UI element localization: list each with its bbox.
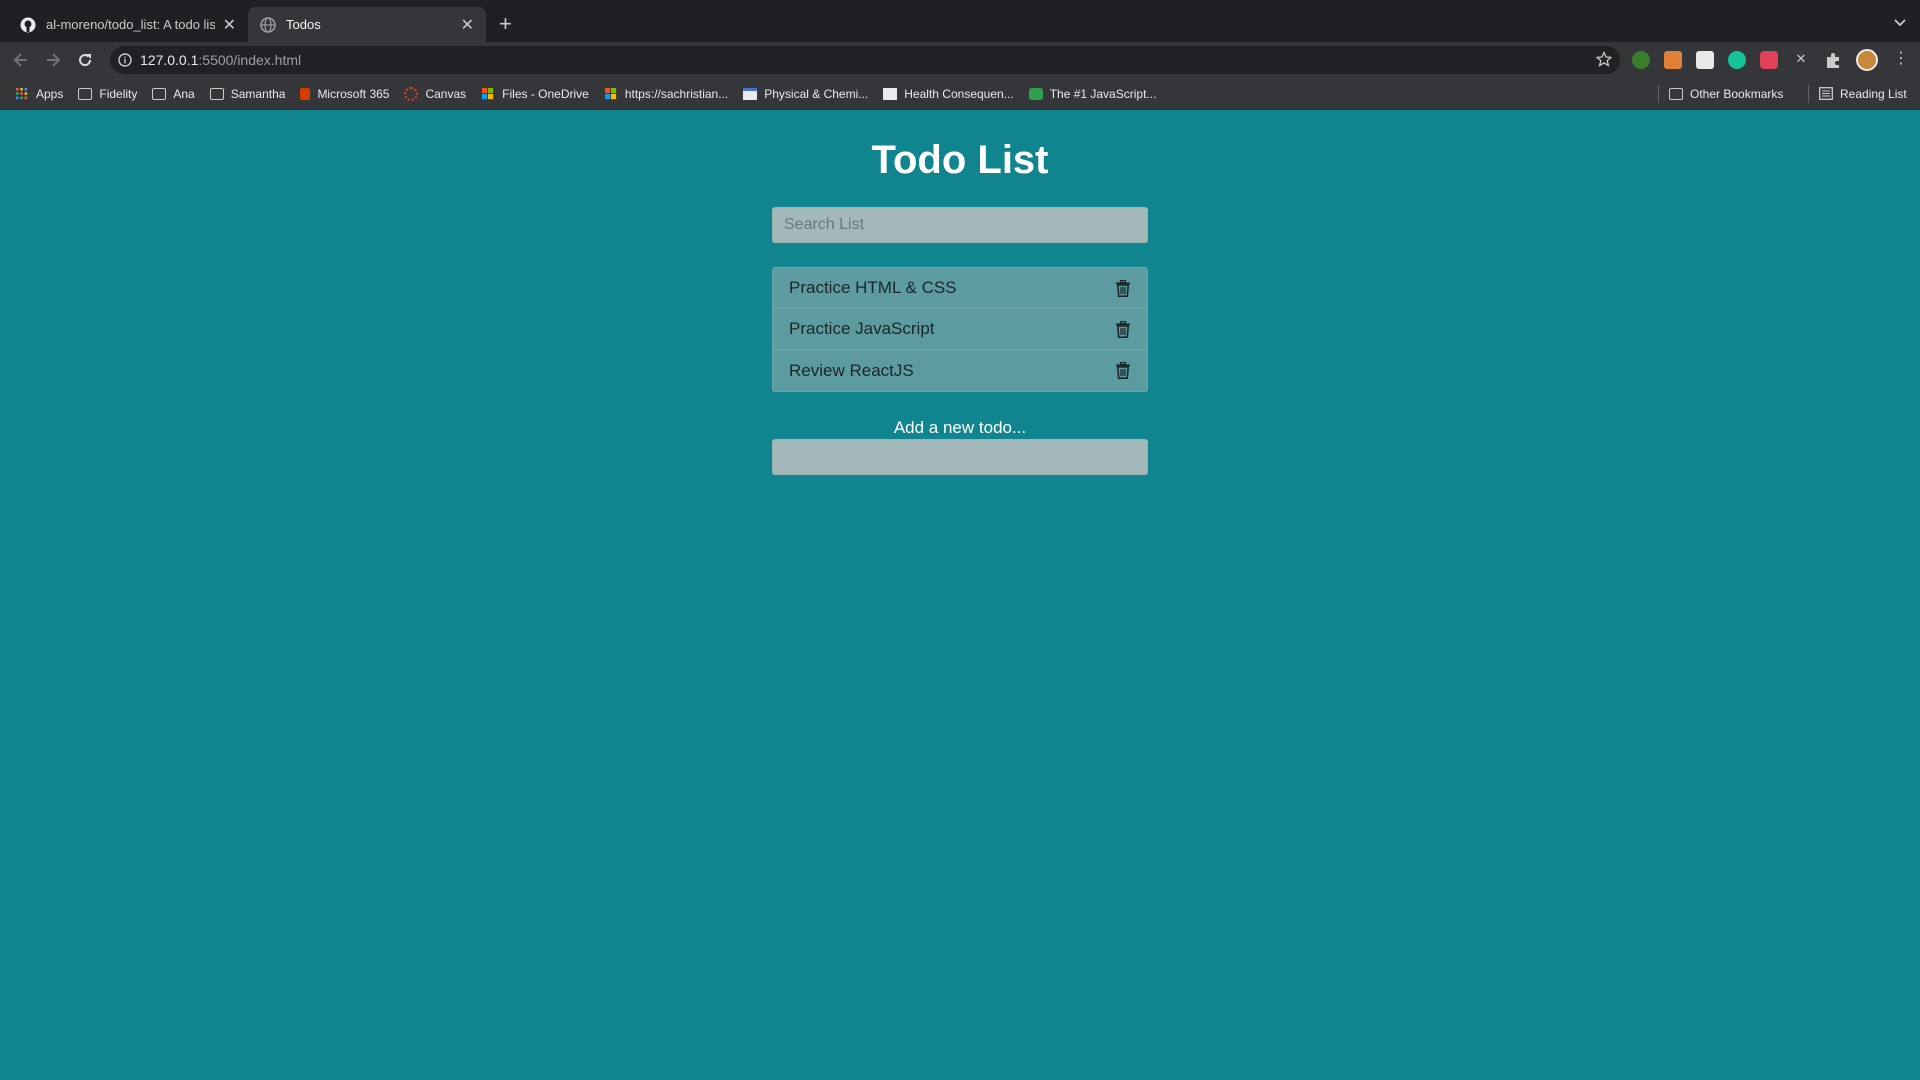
tab-strip: al-moreno/todo_list: A todo list ✕ Todos… — [0, 0, 1920, 42]
address-bar[interactable]: 127.0.0.1:5500/index.html — [110, 46, 1620, 74]
todo-app: Todo List Practice HTML & CSS Practice J… — [0, 110, 1920, 1080]
todo-item: Review ReactJS — [773, 350, 1147, 391]
clock-icon — [1028, 87, 1043, 100]
bookmark-label: Samantha — [230, 86, 286, 101]
tab-todos[interactable]: Todos ✕ — [248, 7, 486, 42]
tab-search-icon[interactable] — [1894, 14, 1906, 32]
tab-github[interactable]: al-moreno/todo_list: A todo list ✕ — [8, 7, 248, 42]
page-title: Todo List — [871, 138, 1049, 182]
back-button[interactable] — [10, 49, 32, 71]
bookmark-label: Health Consequen... — [904, 86, 1014, 101]
folder-icon — [78, 87, 93, 100]
search-input[interactable] — [772, 207, 1148, 243]
folder-icon — [209, 87, 224, 100]
trash-icon[interactable] — [1115, 320, 1131, 338]
bookmark-microsoft-365[interactable]: Microsoft 365 — [300, 87, 389, 101]
bookmark-fidelity[interactable]: Fidelity — [78, 87, 137, 101]
todo-list: Practice HTML & CSS Practice JavaScript … — [772, 267, 1148, 392]
bookmark-label: Fidelity — [99, 86, 138, 101]
trash-icon[interactable] — [1115, 279, 1131, 297]
grammarly-icon[interactable] — [1728, 51, 1746, 69]
info-icon[interactable] — [118, 53, 132, 70]
todo-item: Practice JavaScript — [773, 309, 1147, 350]
microsoft-icon — [604, 87, 616, 99]
bookmark-label: Microsoft 365 — [317, 86, 390, 101]
todo-text: Review ReactJS — [789, 360, 914, 380]
page-icon — [883, 87, 898, 100]
bookmark-label: The #1 JavaScript... — [1049, 86, 1157, 101]
other-bookmarks-label: Other Bookmarks — [1690, 86, 1784, 101]
browser-toolbar: 127.0.0.1:5500/index.html ✕ ⋮ — [0, 42, 1920, 78]
extensions-puzzle-icon[interactable] — [1824, 51, 1842, 69]
reading-list[interactable]: Reading List — [1808, 84, 1907, 103]
folder-icon — [152, 87, 167, 100]
todo-text: Practice HTML & CSS — [789, 278, 957, 297]
bookmark-physical-chemi[interactable]: Physical & Chemi... — [743, 87, 868, 101]
bookmark-label: Apps — [36, 86, 64, 101]
bookmark-star-icon[interactable] — [1595, 50, 1613, 70]
url-host: 127.0.0.1 — [140, 52, 199, 68]
bookmark-javascript[interactable]: The #1 JavaScript... — [1028, 86, 1157, 101]
bookmark-sachristian[interactable]: https://sachristian... — [604, 87, 728, 101]
tab-title: al-moreno/todo_list: A todo list — [46, 17, 215, 32]
apps-grid-icon — [16, 87, 28, 99]
bookmark-label: https://sachristian... — [624, 86, 729, 101]
bookmark-ana[interactable]: Ana — [152, 86, 195, 101]
bookmark-label: Physical & Chemi... — [764, 86, 869, 101]
more-menu-icon[interactable]: ⋮ — [1892, 51, 1910, 69]
bookmarks-bar: Apps Fidelity Ana Samantha Microsoft 365… — [0, 78, 1920, 110]
extension-slides-icon[interactable] — [1664, 51, 1682, 69]
bookmark-onedrive[interactable]: Files - OneDrive — [481, 87, 589, 101]
office-icon — [300, 87, 311, 100]
bookmark-label: Ana — [173, 86, 195, 101]
bookmark-label: Canvas — [425, 86, 467, 101]
add-todo-input[interactable] — [772, 439, 1148, 475]
bookmark-apps[interactable]: Apps — [15, 87, 63, 101]
translate-icon[interactable]: ✕ — [1792, 51, 1810, 69]
folder-icon — [1669, 87, 1683, 100]
close-tab-icon[interactable]: ✕ — [223, 15, 236, 35]
bookmark-health-consequen[interactable]: Health Consequen... — [883, 86, 1014, 101]
bookmark-canvas[interactable]: Canvas — [404, 86, 467, 101]
trash-icon[interactable] — [1115, 362, 1131, 379]
canvas-icon — [404, 86, 419, 101]
page-icon — [743, 87, 758, 100]
tab-title: Todos — [286, 17, 321, 32]
reload-icon — [79, 54, 92, 67]
bookmark-samantha[interactable]: Samantha — [209, 86, 286, 101]
new-tab-button[interactable]: + — [499, 12, 512, 36]
globe-icon — [260, 16, 276, 33]
reload-button[interactable] — [74, 49, 96, 71]
forward-button[interactable] — [42, 49, 64, 71]
extension-calendar-icon[interactable] — [1696, 51, 1714, 69]
todo-item: Practice HTML & CSS — [773, 268, 1147, 309]
profile-avatar[interactable] — [1856, 49, 1878, 71]
github-icon — [20, 17, 36, 32]
microsoft-icon — [482, 87, 494, 99]
reading-list-icon — [1819, 87, 1833, 100]
forward-arrow-icon — [47, 53, 61, 67]
reading-list-label: Reading List — [1840, 86, 1907, 101]
todo-text: Practice JavaScript — [789, 319, 935, 338]
bookmark-label: Files - OneDrive — [502, 86, 589, 101]
add-todo-label: Add a new todo... — [893, 418, 1027, 437]
back-arrow-icon — [13, 53, 27, 67]
other-bookmarks[interactable]: Other Bookmarks — [1658, 84, 1784, 103]
close-tab-icon[interactable]: ✕ — [461, 15, 474, 35]
extension-tree-icon[interactable] — [1632, 51, 1650, 69]
extension-record-icon[interactable] — [1760, 51, 1778, 69]
url-path: :5500/index.html — [198, 52, 302, 68]
